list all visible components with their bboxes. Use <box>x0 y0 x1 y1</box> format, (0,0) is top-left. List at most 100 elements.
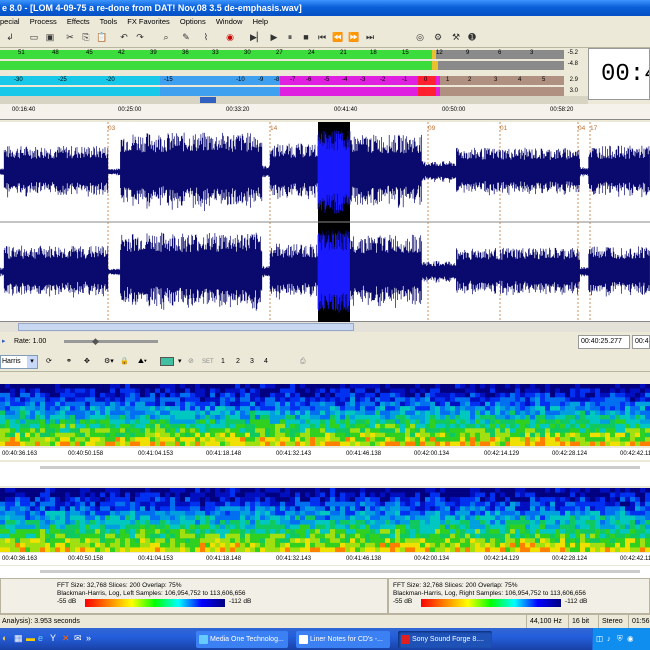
marker-label[interactable]: 14 <box>270 125 277 132</box>
spectrogram-cell <box>310 538 316 544</box>
copy-icon[interactable]: ⎘ <box>80 31 92 44</box>
lock-icon[interactable]: 🔒 <box>120 352 129 372</box>
back-icon[interactable]: ↲ <box>4 31 16 44</box>
spectrum-scroll-right[interactable] <box>40 570 640 573</box>
go-start-icon[interactable]: ⏮ <box>316 31 328 44</box>
spectrogram-cell <box>210 533 216 539</box>
spectrogram-cell <box>85 533 91 539</box>
tray-app-icon[interactable]: ◉ <box>627 628 634 650</box>
spectrogram-cell <box>30 520 36 525</box>
spectrogram-cell <box>490 388 496 394</box>
slot-4-button[interactable]: 4 <box>264 352 268 372</box>
desktop-icon[interactable]: ▦ <box>14 633 23 644</box>
folder-icon[interactable]: ▬ <box>26 633 35 643</box>
spectrogram-cell <box>310 415 316 420</box>
spectrogram-cell <box>360 520 366 525</box>
spectrogram-cell <box>545 501 551 507</box>
quicklaunch-icon[interactable]: ◐ <box>2 633 7 643</box>
spectrogram-cell <box>290 515 296 521</box>
pencil-icon[interactable]: ✎ <box>180 31 192 44</box>
dropdown-icon[interactable]: ▾ <box>178 352 182 372</box>
settings-icon[interactable]: ⚙▾ <box>104 352 114 372</box>
chevron-down-icon[interactable]: ▾ <box>27 356 37 368</box>
tray-network-icon[interactable]: ◫ <box>596 628 603 650</box>
menu-options[interactable]: Options <box>180 17 206 26</box>
spectrogram-cell <box>110 529 116 535</box>
slot-2-button[interactable]: 2 <box>236 352 240 372</box>
play-icon[interactable]: ▶ <box>268 31 280 44</box>
marker-label[interactable]: 03 <box>108 125 115 132</box>
rate-slider-thumb[interactable]: ◆ <box>92 336 102 346</box>
rewind-icon[interactable]: ⏪ <box>332 31 344 44</box>
open-icon[interactable]: ▭ <box>28 31 40 44</box>
time-ruler[interactable]: 00:16:40 00:25:00 00:33:20 00:41:40 00:5… <box>0 104 650 120</box>
stop-icon[interactable]: ■ <box>300 31 312 44</box>
cd-icon[interactable]: ◎ <box>414 31 426 44</box>
waveform-display[interactable]: 03 14 09 01 04 17 <box>0 122 650 322</box>
task-sound-forge[interactable]: Sony Sound Forge 8.... <box>398 631 492 648</box>
menu-help[interactable]: Help <box>253 17 268 26</box>
set-button[interactable]: SET <box>202 352 214 372</box>
marker-label[interactable]: 09 <box>428 125 435 132</box>
overview-position[interactable] <box>200 97 216 103</box>
marker-label[interactable]: 17 <box>590 125 597 132</box>
record-icon[interactable]: ◉ <box>224 31 236 44</box>
paste-icon[interactable]: 📋 <box>96 31 108 44</box>
expand-icon[interactable]: » <box>86 633 91 643</box>
menu-process[interactable]: Process <box>30 17 57 26</box>
slot-3-button[interactable]: 3 <box>250 352 254 372</box>
spectrum-scroll-left[interactable] <box>40 466 640 469</box>
reset-icon[interactable]: ⟳ <box>46 352 52 372</box>
menu-special[interactable]: pecial <box>0 17 20 26</box>
waveform-scrollbar[interactable] <box>0 322 650 332</box>
envelope-icon[interactable]: ⌇ <box>200 31 212 44</box>
spectrogram-cell <box>515 392 521 398</box>
play-all-icon[interactable]: ▶▏ <box>250 31 264 44</box>
rate-slider-track[interactable] <box>64 340 158 343</box>
spectrogram-cell <box>0 392 6 398</box>
tray-volume-icon[interactable]: ♪ <box>607 628 611 650</box>
spectrogram-right[interactable] <box>0 488 650 552</box>
slot-1-button[interactable]: 1 <box>221 352 225 372</box>
zoom-icon[interactable]: ⌕ <box>160 31 172 44</box>
scroll-thumb[interactable] <box>18 323 354 331</box>
arrow-icon[interactable]: ▸ <box>2 332 6 352</box>
menu-fx-favorites[interactable]: FX Favorites <box>127 17 170 26</box>
plugin-icon[interactable]: ⚙ <box>432 31 444 44</box>
mail-icon[interactable]: ✉ <box>74 633 82 644</box>
spectrogram-cell <box>400 401 406 407</box>
link-icon[interactable]: ⚭ <box>66 352 72 372</box>
color-swatch[interactable] <box>160 357 174 366</box>
tray-security-icon[interactable]: ⛨ <box>617 628 623 650</box>
spectrogram-cell <box>305 423 311 429</box>
go-end-icon[interactable]: ⏭ <box>364 31 376 44</box>
print-icon[interactable]: ⎙ <box>300 352 306 372</box>
browser-icon[interactable]: e <box>38 633 43 643</box>
yahoo-icon[interactable]: Y <box>50 633 56 643</box>
redo-icon[interactable]: ↷ <box>134 31 146 44</box>
spectrogram-left[interactable] <box>0 384 650 446</box>
graph-type-icon[interactable]: ⛰▾ <box>138 352 147 372</box>
spectrogram-cell <box>340 510 346 516</box>
forward-icon[interactable]: ⏩ <box>348 31 360 44</box>
overview-bar[interactable] <box>0 96 588 104</box>
block-icon[interactable]: ⊘ <box>188 352 194 372</box>
menu-tools[interactable]: Tools <box>100 17 118 26</box>
save-icon[interactable]: ▣ <box>44 31 56 44</box>
task-media-one[interactable]: Media One Technolog... <box>196 631 288 648</box>
marker-label[interactable]: 01 <box>500 125 507 132</box>
fx-icon[interactable]: ⚒ <box>450 31 462 44</box>
undo-icon[interactable]: ↶ <box>118 31 130 44</box>
menu-effects[interactable]: Effects <box>67 17 90 26</box>
spectrogram-cell <box>205 497 211 503</box>
task-liner-notes[interactable]: Liner Notes for CD's -... <box>296 631 390 648</box>
pause-icon[interactable]: ⏸ <box>284 31 296 44</box>
pan-icon[interactable]: ✥ <box>84 352 90 372</box>
menu-window[interactable]: Window <box>216 17 243 26</box>
marker-label[interactable]: 04 <box>578 125 585 132</box>
tools-icon[interactable]: ✕ <box>62 633 70 644</box>
cut-icon[interactable]: ✂ <box>64 31 76 44</box>
info-icon[interactable]: ➊ <box>466 31 478 44</box>
fft-window-select[interactable]: Harris ▾ <box>0 355 38 369</box>
spectrogram-cell <box>105 423 111 429</box>
